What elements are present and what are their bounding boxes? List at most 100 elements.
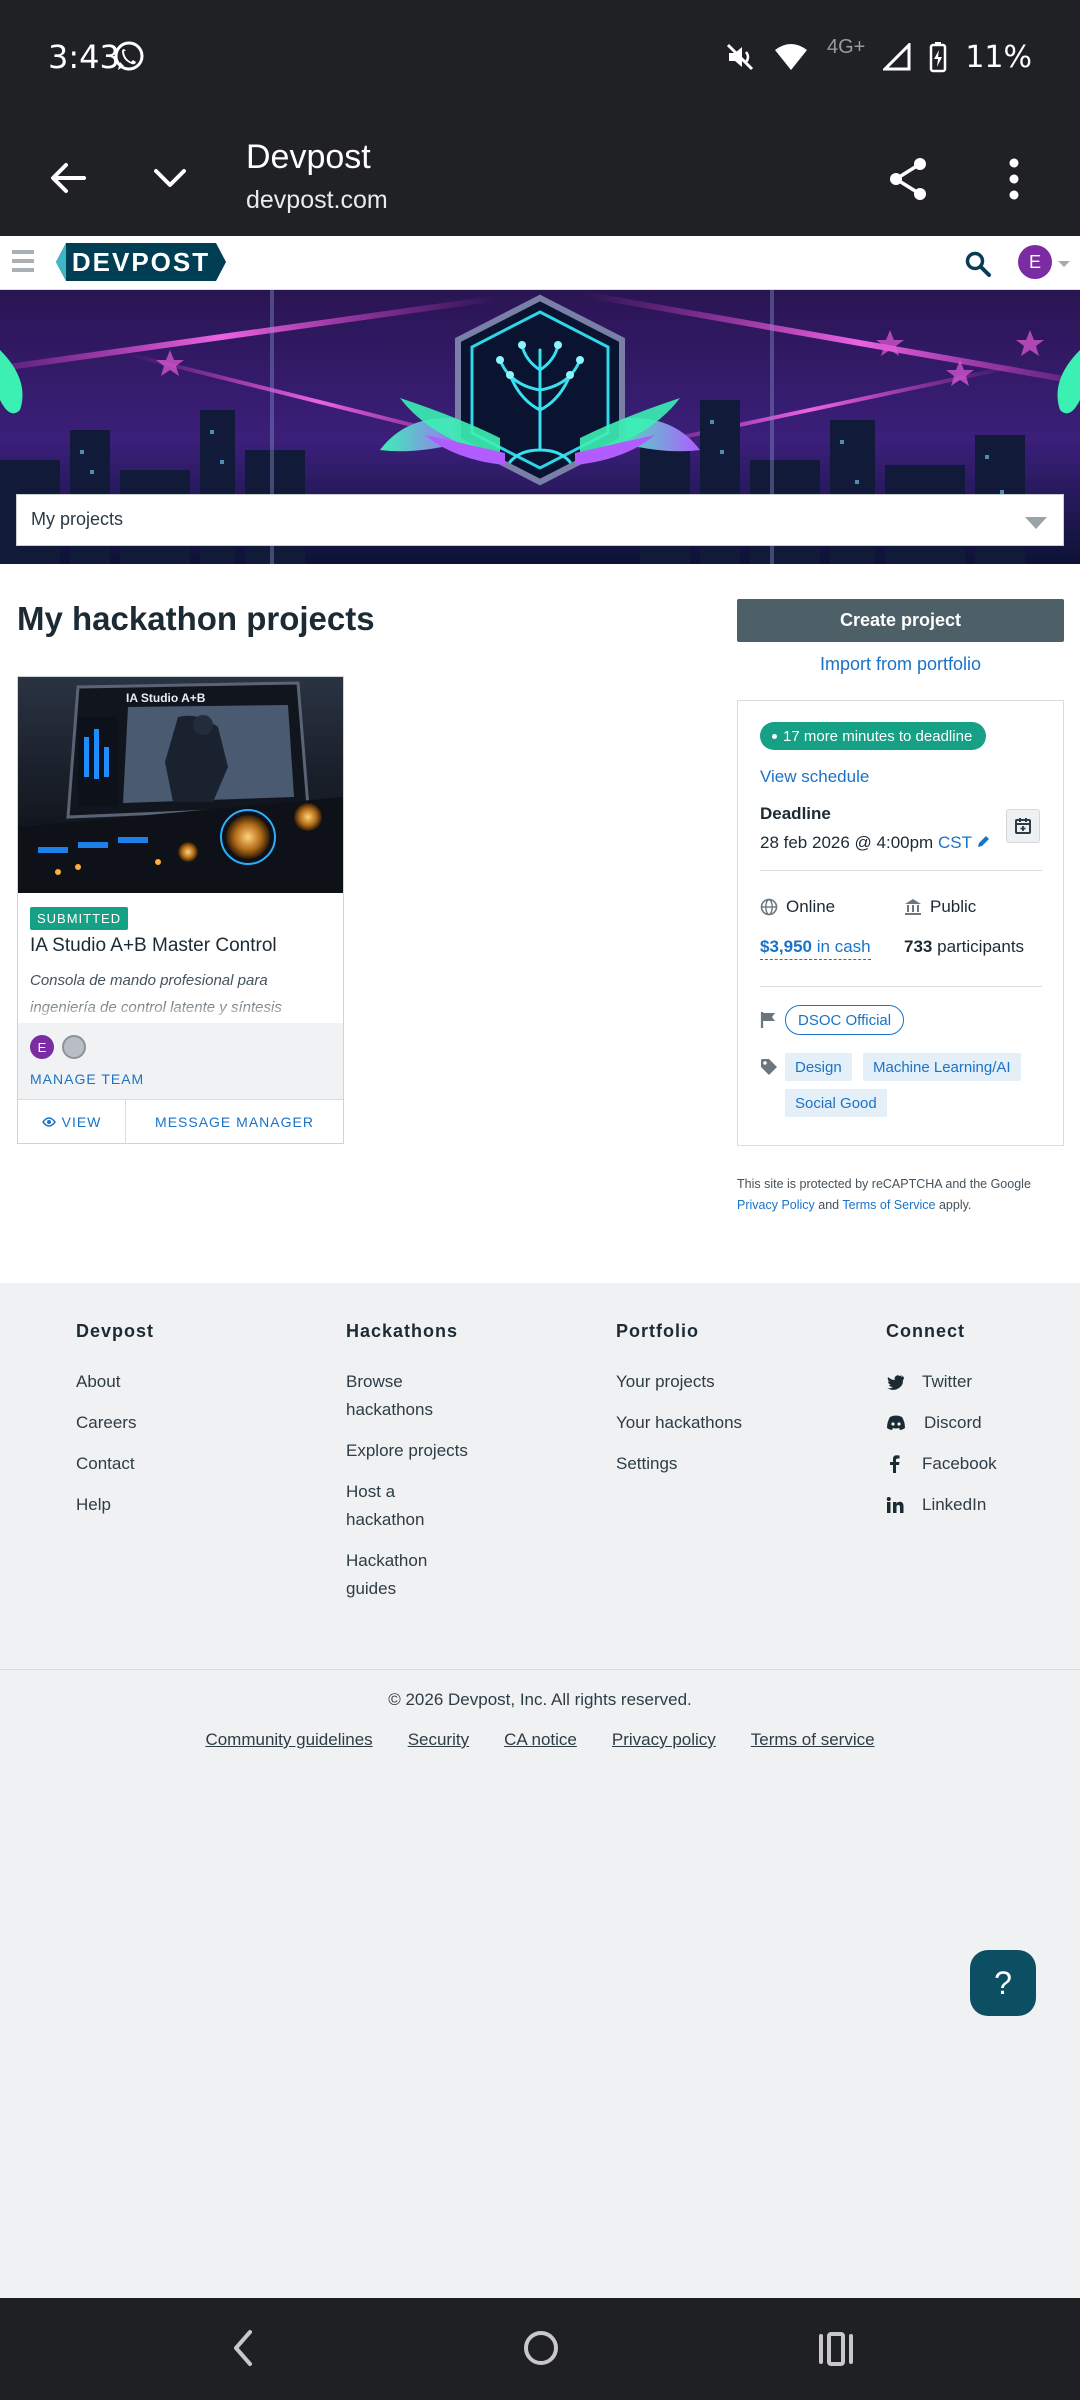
status-icons: 4G+ 11% — [725, 36, 1032, 78]
back-arrow-icon[interactable] — [44, 154, 92, 202]
terms-of-service-link[interactable]: Terms of service — [751, 1730, 875, 1750]
privacy-policy-link[interactable]: Privacy Policy — [737, 1198, 815, 1212]
team-member-avatar[interactable]: E — [30, 1035, 54, 1059]
ca-notice-link[interactable]: CA notice — [504, 1730, 577, 1750]
site-header: DEVPOST E — [0, 236, 1080, 290]
network-type: 4G+ — [826, 35, 866, 58]
theme-chip[interactable]: Machine Learning/AI — [863, 1053, 1021, 1081]
security-link[interactable]: Security — [408, 1730, 469, 1750]
more-vert-icon[interactable] — [994, 154, 1034, 204]
card-actions: VIEW MESSAGE MANAGER — [18, 1099, 343, 1144]
nav-back-icon[interactable] — [226, 2328, 262, 2368]
project-thumbnail[interactable]: IA Studio A+B — [18, 677, 343, 893]
project-title[interactable]: IA Studio A+B Master Control — [30, 935, 335, 957]
footer-link-your-projects[interactable]: Your projects — [616, 1368, 816, 1396]
prize-link[interactable]: $3,950 in cash — [760, 937, 871, 960]
footer-heading: Connect — [886, 1321, 965, 1341]
footer-link-discord[interactable]: Discord — [886, 1409, 1080, 1437]
footer-link-about[interactable]: About — [76, 1368, 186, 1396]
theme-chip[interactable]: Social Good — [785, 1089, 887, 1117]
footer-link-host-hackathon[interactable]: Host a hackathon — [346, 1478, 456, 1534]
devpost-logo[interactable]: DEVPOST — [56, 243, 226, 281]
theme-chip[interactable]: Design — [785, 1053, 852, 1081]
linkedin-label: LinkedIn — [922, 1495, 987, 1514]
participants-label: participants — [937, 937, 1025, 956]
footer-heading: Devpost — [76, 1321, 155, 1341]
terms-of-service-link[interactable]: Terms of Service — [842, 1198, 935, 1212]
recaptcha-notice: This site is protected by reCAPTCHA and … — [737, 1174, 1064, 1216]
mute-icon — [726, 43, 754, 71]
location-info: Online — [760, 897, 835, 917]
linkedin-icon — [886, 1497, 904, 1513]
community-guidelines-link[interactable]: Community guidelines — [205, 1730, 372, 1750]
user-avatar[interactable]: E — [1018, 245, 1052, 279]
share-icon[interactable] — [884, 154, 934, 204]
manage-team-link[interactable]: MANAGE TEAM — [30, 1071, 144, 1087]
nav-recents-icon[interactable] — [818, 2332, 854, 2366]
footer-column-connect: Connect Twitter Discord Facebook LinkedI… — [886, 1321, 1080, 1532]
footer-link-twitter[interactable]: Twitter — [886, 1368, 1080, 1396]
view-schedule-link[interactable]: View schedule — [760, 767, 869, 787]
team-section: E MANAGE TEAM — [18, 1023, 343, 1099]
view-button[interactable]: VIEW — [18, 1100, 126, 1144]
timezone-link[interactable]: CST — [938, 833, 972, 852]
message-manager-button[interactable]: MESSAGE MANAGER — [126, 1100, 343, 1144]
deadline-date-text: 28 feb 2026 @ 4:00pm — [760, 833, 934, 852]
prize-amount: $3,950 — [760, 937, 812, 956]
copyright-text: © 2026 Devpost, Inc. All rights reserved… — [388, 1690, 692, 1709]
facebook-label: Facebook — [922, 1454, 997, 1473]
discord-icon — [887, 1415, 905, 1430]
footer-link-careers[interactable]: Careers — [76, 1409, 186, 1437]
footer-link-explore-projects[interactable]: Explore projects — [346, 1437, 546, 1465]
recaptcha-text: This site is protected by reCAPTCHA and … — [737, 1177, 1031, 1191]
add-to-calendar-button[interactable] — [1006, 809, 1040, 843]
site-footer: Devpost About Careers Contact Help Hacka… — [0, 1283, 1080, 2298]
wifi-icon — [774, 44, 807, 70]
recaptcha-apply: apply. — [938, 1198, 972, 1212]
footer-link-help[interactable]: Help — [76, 1491, 186, 1519]
caret-down-icon[interactable] — [1058, 261, 1070, 267]
logo-text: DEVPOST — [71, 246, 211, 277]
prize-suffix: in cash — [816, 937, 871, 956]
footer-link-settings[interactable]: Settings — [616, 1450, 816, 1478]
project-description: Consola de mando profesional para ingeni… — [30, 967, 330, 1021]
footer-link-linkedin[interactable]: LinkedIn — [886, 1491, 1080, 1519]
web-page: DEVPOST E My projects My hackathon proje… — [0, 236, 1080, 2298]
recaptcha-and: and — [818, 1198, 840, 1212]
institution-icon — [905, 899, 921, 915]
search-icon[interactable] — [964, 250, 992, 278]
footer-heading: Hackathons — [346, 1321, 459, 1341]
create-project-button[interactable]: Create project — [737, 599, 1064, 642]
thumbnail-caption: IA Studio A+B — [126, 691, 206, 705]
visibility-text: Public — [930, 897, 977, 916]
import-portfolio-link[interactable]: Import from portfolio — [737, 654, 1064, 675]
participants-count: 733 — [904, 937, 933, 956]
browser-url[interactable]: devpost.com — [246, 186, 388, 215]
footer-link-hackathon-guides[interactable]: Hackathon guides — [346, 1547, 456, 1603]
host-tag[interactable]: DSOC Official — [785, 1005, 905, 1035]
privacy-policy-link[interactable]: Privacy policy — [612, 1730, 716, 1750]
projects-dropdown[interactable]: My projects — [16, 494, 1064, 546]
browser-title: Devpost — [246, 138, 371, 176]
status-badge: SUBMITTED — [30, 907, 129, 930]
hackathon-info-box: 17 more minutes to deadline View schedul… — [737, 700, 1064, 1146]
footer-link-contact[interactable]: Contact — [76, 1450, 186, 1478]
footer-link-your-hackathons[interactable]: Your hackathons — [616, 1409, 816, 1437]
whatsapp-icon — [114, 41, 144, 71]
battery-icon — [930, 42, 947, 73]
help-button[interactable]: ? — [970, 1950, 1036, 2016]
globe-icon — [760, 898, 778, 916]
dropdown-selected: My projects — [31, 509, 124, 529]
pencil-icon[interactable] — [976, 835, 990, 849]
signal-icon — [883, 43, 911, 71]
menu-icon[interactable] — [12, 250, 34, 274]
nav-home-icon[interactable] — [522, 2328, 560, 2368]
footer-column-hackathons: Hackathons Browse hackathons Explore pro… — [346, 1321, 576, 1616]
calendar-icon — [1015, 818, 1031, 834]
chevron-down-icon[interactable] — [146, 154, 194, 202]
footer-link-browse-hackathons[interactable]: Browse hackathons — [346, 1368, 456, 1424]
team-member-avatar[interactable] — [62, 1035, 86, 1059]
footer-link-facebook[interactable]: Facebook — [886, 1450, 1080, 1478]
deadline-date: 28 feb 2026 @ 4:00pm CST — [760, 833, 990, 853]
twitter-icon — [887, 1375, 904, 1390]
